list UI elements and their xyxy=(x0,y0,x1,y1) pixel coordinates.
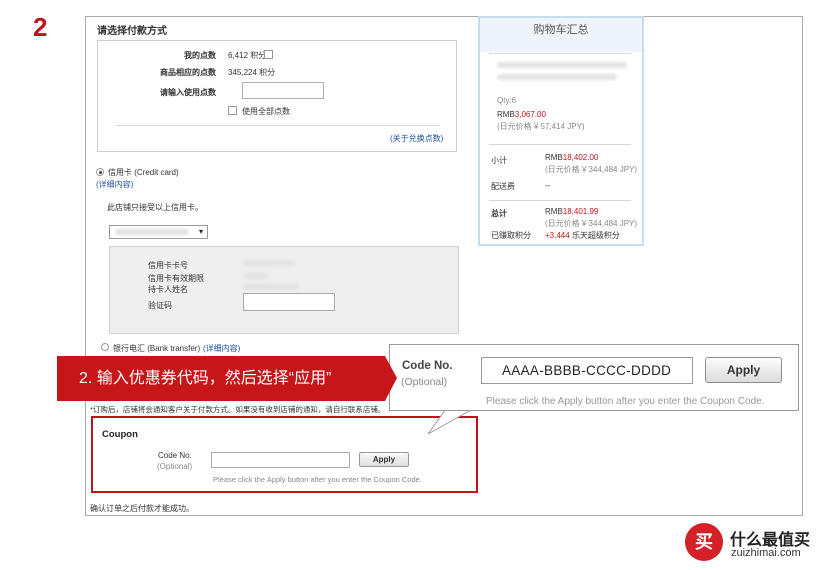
my-points-value: 6,412 积分 xyxy=(228,51,267,60)
callout-code-label: Code No. xyxy=(402,360,453,372)
cart-item-name-redacted xyxy=(497,62,627,68)
shipping-label: 配送费 xyxy=(491,182,515,191)
card-holder-label: 持卡人姓名 xyxy=(148,285,188,294)
earned-points-label: 已赚取积分 xyxy=(491,231,531,240)
subtotal: RMB18,402.00 xyxy=(545,153,598,162)
card-type-select[interactable]: ▾ xyxy=(109,225,208,239)
cart-item-name-redacted-2 xyxy=(497,74,617,80)
cart-divider-mid xyxy=(489,144,631,145)
order-footer-note: 确认订单之后付款才能成功。 xyxy=(90,504,194,513)
coupon-optional-label: (Optional) xyxy=(157,462,193,471)
cart-item-price-value: 3,067.00 xyxy=(514,110,546,119)
credit-card-label: 信用卡 (Credit card) xyxy=(108,168,179,177)
subtotal-prefix: RMB xyxy=(545,153,563,162)
subtotal-label: 小计 xyxy=(491,156,507,165)
banner-arrow xyxy=(385,356,397,401)
bank-transfer-label: 银行电汇 (Bank transfer) xyxy=(113,344,201,353)
callout-optional-label: (Optional) xyxy=(401,376,448,388)
my-points-label: 我的点数 xyxy=(184,51,216,60)
cart-item-price: RMB3,067.00 xyxy=(497,110,546,119)
total: RMB18,401.99 xyxy=(545,207,598,216)
total-value: 18,401.99 xyxy=(562,207,599,216)
subtotal-value: 18,402.00 xyxy=(562,153,599,162)
callout-coupon-input[interactable]: AAAA-BBBB-CCCC-DDDD xyxy=(481,357,693,384)
watermark-domain: zuizhimai.com xyxy=(731,547,801,559)
callout-hint: Please click the Apply button after you … xyxy=(486,396,765,407)
cart-item-jpy: (日元价格 ¥ 57,414 JPY) xyxy=(497,122,585,131)
coupon-title: Coupon xyxy=(102,429,138,440)
total-prefix: RMB xyxy=(545,207,563,216)
use-points-input[interactable] xyxy=(242,82,324,99)
expiry-redacted xyxy=(243,273,269,279)
total-jpy: (日元价格 ¥ 344,484 JPY) xyxy=(545,219,638,228)
card-holder-redacted xyxy=(243,284,299,290)
cart-qty: Qty:6 xyxy=(497,96,517,105)
cart-title: 购物车汇总 xyxy=(480,18,642,52)
earned-points: +3,444 乐天超级积分 xyxy=(545,230,620,241)
bank-transfer-radio[interactable] xyxy=(101,343,109,351)
payment-notice: *订购后，店铺将会通知客户关于付款方式。如果没有收到店铺的通知，请自行联系店铺。 xyxy=(90,405,386,414)
earned-points-value: +3,444 xyxy=(545,231,570,240)
cart-item-price-prefix: RMB xyxy=(497,110,515,119)
credit-card-radio[interactable] xyxy=(96,168,104,176)
use-all-points-label: 使用全部点数 xyxy=(242,107,290,116)
coupon-apply-button[interactable]: Apply xyxy=(359,452,409,467)
payment-section-title: 请选择付款方式 xyxy=(97,26,167,37)
step-number: 2 xyxy=(33,12,48,42)
bank-transfer-detail-link[interactable]: (详细内容) xyxy=(203,343,240,354)
use-all-points-checkbox[interactable] xyxy=(228,106,237,115)
expiry-label: 信用卡有效期限 xyxy=(148,274,204,283)
shipping-value: -- xyxy=(545,181,551,190)
cvv-input[interactable] xyxy=(243,293,335,311)
earned-points-suffix: 乐天超级积分 xyxy=(571,231,620,240)
total-label: 总计 xyxy=(491,209,507,218)
subtotal-jpy: (日元价格 ¥ 344,484 JPY) xyxy=(545,165,638,174)
cvv-label: 验证码 xyxy=(148,301,172,310)
callout-apply-button[interactable]: Apply xyxy=(705,357,782,383)
card-number-label: 信用卡卡号 xyxy=(148,261,188,270)
chevron-down-icon: ▾ xyxy=(198,227,203,236)
coupon-code-input[interactable] xyxy=(211,452,350,468)
cart-divider-top xyxy=(489,53,631,54)
credit-card-detail-link[interactable]: (详细内容) xyxy=(96,179,133,190)
coupon-code-label: Code No. xyxy=(158,451,192,460)
points-info-checkbox[interactable] xyxy=(264,50,273,59)
card-number-redacted xyxy=(243,260,295,266)
exchange-points-link[interactable]: (关于兑换点数) xyxy=(390,133,443,144)
cart-divider-bottom xyxy=(489,200,631,201)
use-points-label: 请输入使用点数 xyxy=(160,88,216,97)
points-divider xyxy=(115,125,440,126)
instruction-banner: 2. 输入优惠券代码，然后选择“应用” xyxy=(57,356,385,401)
order-points-value: 345,224 积分 xyxy=(228,68,276,77)
order-points-label: 商品相应的点数 xyxy=(160,68,216,77)
coupon-hint: Please click the Apply button after you … xyxy=(213,475,422,484)
card-type-redacted xyxy=(115,229,189,235)
watermark-badge: 买 xyxy=(685,523,723,561)
accepted-cards-note: 此店铺只接受以上信用卡。 xyxy=(107,203,203,212)
